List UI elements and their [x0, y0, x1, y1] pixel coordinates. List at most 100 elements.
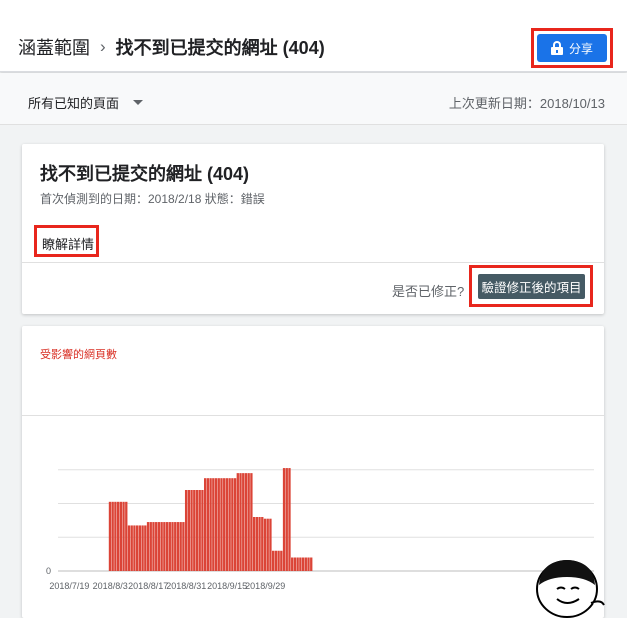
issue-title: 找不到已提交的網址 (404)	[40, 164, 250, 184]
chart-bar[interactable]	[296, 557, 299, 572]
chart-bar[interactable]	[111, 501, 114, 571]
chart-bar[interactable]	[212, 478, 215, 571]
chart-bar[interactable]	[195, 490, 199, 571]
chart-bar[interactable]	[155, 522, 158, 571]
chart-bar[interactable]	[307, 557, 310, 572]
meme-face-sticker	[536, 560, 605, 618]
page-filter-label: 所有已知的頁面	[28, 96, 120, 111]
chart-bar[interactable]	[125, 501, 128, 571]
chart-bar[interactable]	[168, 522, 171, 571]
chart-bar[interactable]	[288, 468, 291, 571]
breadcrumb: 涵蓋範圍 › 找不到已提交的網址 (404)	[18, 34, 325, 60]
chart-bar[interactable]	[184, 490, 188, 571]
page-filter-dropdown[interactable]: 所有已知的頁面	[28, 93, 144, 112]
chart-bar[interactable]	[201, 490, 204, 571]
chart-bar[interactable]	[163, 522, 166, 571]
chart-bar[interactable]	[116, 501, 120, 571]
chart-bar[interactable]	[231, 478, 234, 571]
chart-bar[interactable]	[141, 525, 144, 571]
x-tick-label: 2018/8/3	[93, 581, 128, 591]
chart-bar[interactable]	[133, 525, 136, 571]
chart-bar[interactable]	[266, 518, 269, 571]
chart-bar[interactable]	[299, 557, 302, 572]
breadcrumb-current: 找不到已提交的網址 (404)	[115, 38, 325, 58]
chart-bar[interactable]	[220, 478, 223, 571]
chart-bar[interactable]	[146, 522, 150, 571]
chart-bar[interactable]	[244, 473, 248, 572]
learn-more-highlight-box: 瞭解詳情	[34, 225, 99, 257]
chart-bar[interactable]	[277, 550, 280, 571]
chart-bar[interactable]	[239, 473, 242, 572]
card-divider	[22, 262, 604, 263]
chart-bar[interactable]	[171, 522, 174, 571]
chart-bar[interactable]	[272, 550, 275, 571]
chart-bar[interactable]	[263, 518, 267, 571]
chart-bar[interactable]	[280, 550, 283, 571]
chart-bar[interactable]	[119, 501, 122, 571]
validate-highlight-box: 驗證修正後的項目	[469, 265, 593, 307]
chart-bar[interactable]	[193, 490, 196, 571]
chart-bar[interactable]	[242, 473, 245, 572]
caret-down-icon	[133, 100, 144, 105]
chart-bar[interactable]	[255, 517, 258, 571]
chart-bar[interactable]	[157, 522, 161, 571]
chart-bar[interactable]	[108, 501, 112, 571]
chart-bar[interactable]	[144, 525, 147, 571]
chart-bar[interactable]	[225, 478, 229, 571]
chart-bar[interactable]	[152, 522, 155, 571]
chart-bar[interactable]	[214, 478, 218, 571]
chart-bar[interactable]	[282, 468, 286, 571]
chart-bar[interactable]	[274, 550, 278, 571]
chart-bar[interactable]	[122, 501, 125, 571]
chart-bar[interactable]	[187, 490, 190, 571]
share-label: 分享	[568, 41, 593, 56]
issue-meta: 首次偵測到的日期：2018/2/18 狀態：錯誤	[40, 192, 265, 206]
chart-bar[interactable]	[223, 478, 226, 571]
chart-bar[interactable]	[149, 522, 152, 571]
chart-bar[interactable]	[204, 478, 207, 571]
chart-bar[interactable]	[136, 525, 139, 571]
chart-bar[interactable]	[269, 518, 272, 571]
chart-bar[interactable]	[130, 525, 133, 571]
chart-bar[interactable]	[310, 557, 313, 572]
chart-bar[interactable]	[179, 522, 182, 571]
share-button[interactable]: 分享	[537, 34, 607, 62]
affected-pages-chart: 02018/7/19 2018/8/3 2018/8/172018/8/31 2018…	[46, 468, 594, 591]
chart-bar[interactable]	[127, 525, 131, 571]
chart-bar[interactable]	[182, 522, 185, 571]
chart-bar[interactable]	[252, 517, 256, 571]
chart-bar[interactable]	[258, 517, 261, 571]
chart-bar[interactable]	[114, 501, 117, 571]
chart-bar[interactable]	[217, 478, 220, 571]
learn-more-link[interactable]: 瞭解詳情	[42, 234, 94, 253]
chart-bar[interactable]	[236, 473, 239, 572]
chart-bar[interactable]	[301, 557, 305, 572]
chart-bar[interactable]	[250, 473, 253, 572]
chart-bar[interactable]	[174, 522, 177, 571]
chart-bar[interactable]	[198, 490, 201, 571]
chart-bar[interactable]	[190, 490, 193, 571]
breadcrumb-root[interactable]: 涵蓋範圍	[18, 34, 90, 60]
last-updated-text: 上次更新日期：2018/10/13	[448, 96, 605, 111]
lock-icon	[550, 41, 563, 55]
chart-bar[interactable]	[165, 522, 169, 571]
chart-bar[interactable]	[261, 517, 264, 571]
chart-bar[interactable]	[160, 522, 163, 571]
x-tick-label: 2018/9/15	[207, 581, 247, 591]
chart-bar[interactable]	[291, 557, 294, 572]
x-tick-label: 2018/8/17	[128, 581, 168, 591]
chart-bar[interactable]	[285, 468, 288, 571]
chart-bar[interactable]	[176, 522, 180, 571]
validate-fix-button[interactable]: 驗證修正後的項目	[478, 274, 585, 299]
x-tick-label: 2018/8/31	[166, 581, 206, 591]
chart-bar[interactable]	[304, 557, 307, 572]
chart-bar[interactable]	[228, 478, 231, 571]
chart-bar[interactable]	[206, 478, 210, 571]
filter-bar: 所有已知的頁面 上次更新日期：2018/10/13	[0, 73, 627, 125]
chart-bar[interactable]	[138, 525, 142, 571]
chart-bar[interactable]	[247, 473, 250, 572]
chart-bar[interactable]	[233, 478, 237, 571]
chart-bar[interactable]	[293, 557, 297, 572]
top-bar: 涵蓋範圍 › 找不到已提交的網址 (404) 分享	[0, 0, 627, 72]
chart-bar[interactable]	[209, 478, 212, 571]
